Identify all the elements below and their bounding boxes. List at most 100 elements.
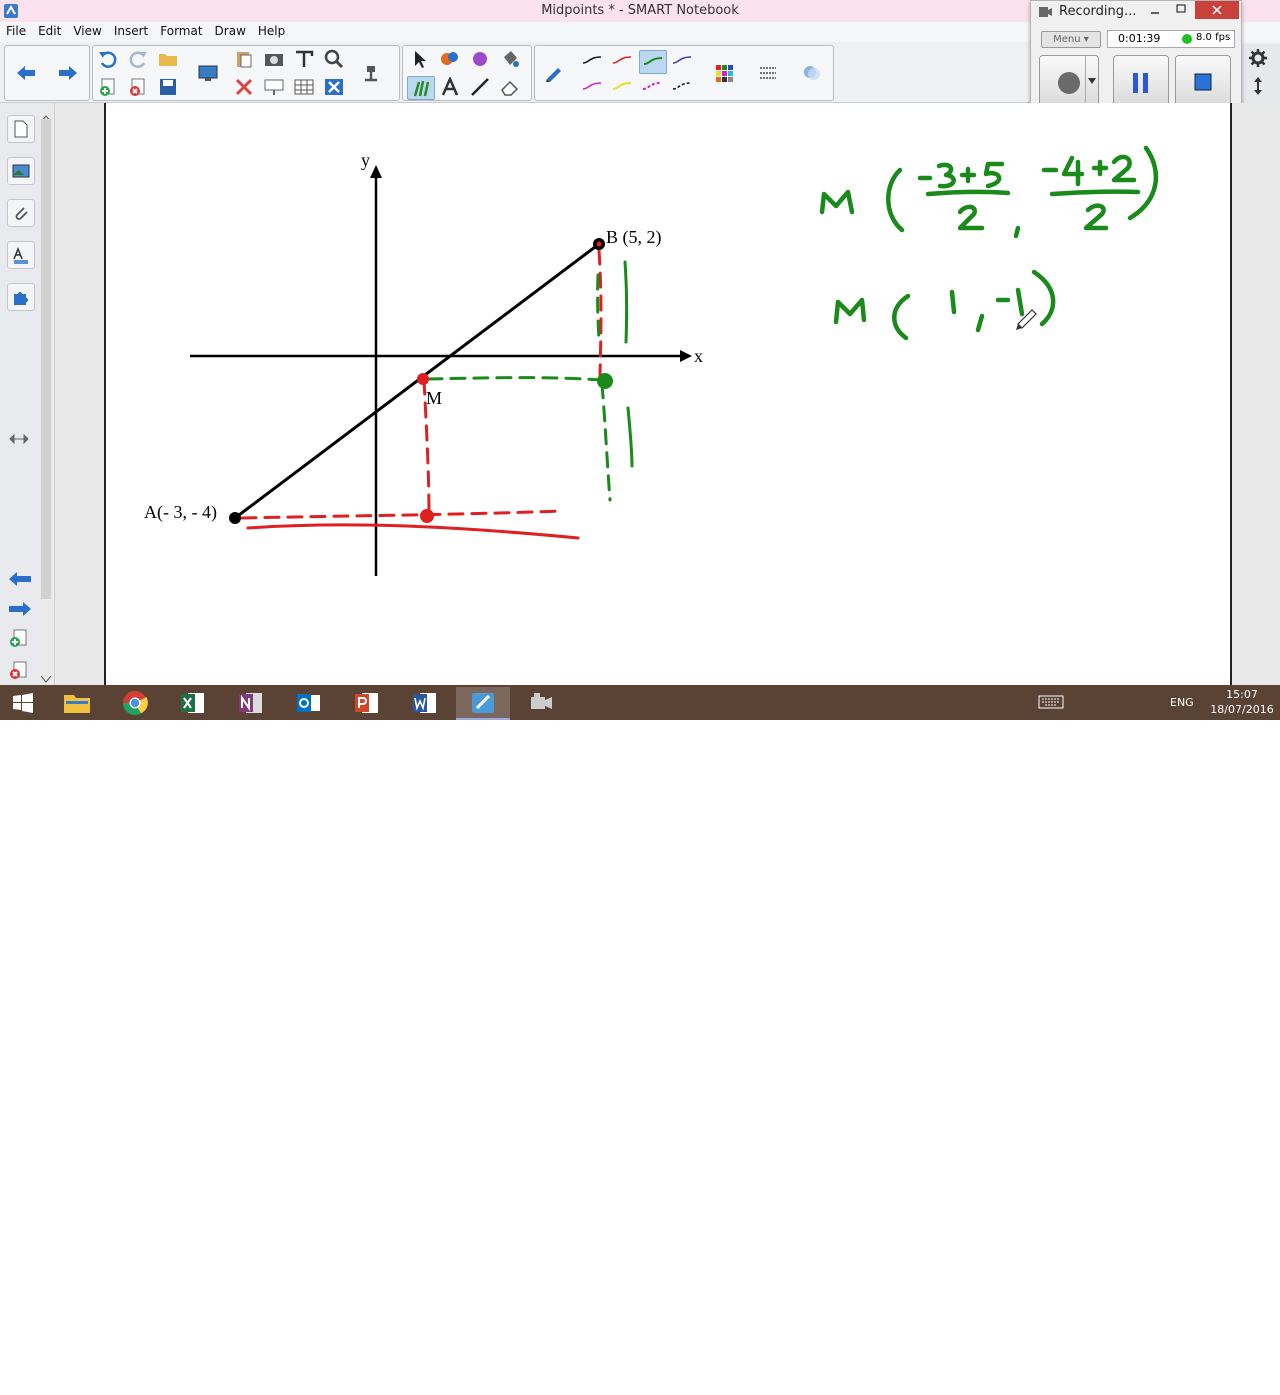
sidebar-add-page-icon[interactable] bbox=[8, 629, 28, 649]
keyboard-tray[interactable] bbox=[1036, 685, 1066, 720]
point-m-marker[interactable] bbox=[417, 373, 429, 385]
menu-file[interactable]: File bbox=[0, 22, 32, 38]
clock[interactable]: 15:07 18/07/2016 bbox=[1208, 685, 1276, 720]
taskbar-file-explorer[interactable] bbox=[50, 687, 104, 718]
addons-tab[interactable] bbox=[7, 283, 35, 311]
network-icon[interactable] bbox=[1096, 1377, 1114, 1395]
taskbar-onenote[interactable] bbox=[224, 687, 278, 718]
recorder-icon bbox=[1039, 7, 1052, 17]
chevron-up-icon[interactable] bbox=[1078, 1382, 1086, 1388]
green-bracket-lower bbox=[626, 406, 634, 468]
pen-style-black-dashed[interactable] bbox=[669, 76, 695, 98]
pen-style-black[interactable] bbox=[579, 50, 605, 72]
folder-icon bbox=[159, 54, 177, 66]
menu-edit[interactable]: Edit bbox=[32, 22, 67, 38]
vertical-scrollbar[interactable] bbox=[38, 103, 55, 685]
sidebar-back-icon[interactable] bbox=[8, 571, 32, 587]
shape-recognition-button[interactable] bbox=[467, 48, 493, 70]
pen-tool-button[interactable] bbox=[407, 76, 435, 100]
menu-view[interactable]: View bbox=[67, 22, 107, 38]
color-palette-button[interactable] bbox=[711, 62, 737, 84]
paste-button[interactable] bbox=[231, 48, 257, 70]
menu-draw[interactable]: Draw bbox=[209, 22, 252, 38]
open-file-button[interactable] bbox=[155, 48, 181, 70]
magic-pen-button[interactable] bbox=[437, 48, 463, 70]
notebook-page[interactable]: y x B (5, 2) A(- 3, - 4) M bbox=[104, 103, 1232, 685]
attachments-tab[interactable] bbox=[7, 199, 35, 227]
maximize-icon[interactable] bbox=[1175, 3, 1187, 15]
pen-style-green[interactable] bbox=[639, 50, 667, 74]
battery-icon[interactable] bbox=[1118, 1377, 1136, 1395]
language-indicator[interactable]: ENG bbox=[1166, 685, 1206, 720]
taskbar-excel[interactable] bbox=[166, 687, 220, 718]
clock-date: 18/07/2016 bbox=[1210, 703, 1274, 716]
taskbar-chrome[interactable] bbox=[108, 687, 162, 718]
green-construction-lines[interactable] bbox=[426, 273, 612, 502]
document-camera-button[interactable] bbox=[359, 62, 385, 84]
menu-insert[interactable]: Insert bbox=[108, 22, 154, 38]
page-sorter-tab[interactable] bbox=[7, 115, 35, 143]
page-icon bbox=[14, 120, 28, 138]
volume-icon[interactable] bbox=[1160, 1377, 1178, 1395]
delete-button[interactable] bbox=[231, 76, 257, 98]
resize-sidebar-icon[interactable] bbox=[9, 433, 29, 445]
close-panel-button[interactable] bbox=[321, 76, 347, 98]
screen-capture-button[interactable] bbox=[261, 48, 287, 70]
point-a-marker[interactable] bbox=[229, 512, 241, 524]
pen-style-red[interactable] bbox=[609, 50, 635, 72]
undo-button[interactable] bbox=[95, 48, 121, 70]
taskbar-recorder[interactable] bbox=[514, 687, 568, 718]
pen-style-yellow[interactable] bbox=[609, 76, 635, 98]
line-tool-button[interactable] bbox=[467, 76, 493, 98]
select-tool-button[interactable] bbox=[407, 48, 433, 70]
tools-group bbox=[402, 45, 532, 101]
menu-format[interactable]: Format bbox=[154, 22, 208, 38]
screen-shade-button[interactable] bbox=[261, 76, 287, 98]
color-palette-icon bbox=[716, 65, 733, 82]
properties-tab[interactable] bbox=[7, 241, 35, 269]
sidebar-forward-icon[interactable] bbox=[8, 601, 32, 617]
signal-icon[interactable] bbox=[1140, 1377, 1158, 1395]
pen-properties-button[interactable] bbox=[541, 62, 567, 84]
segment-ab[interactable] bbox=[234, 242, 600, 520]
pen-style-magenta[interactable] bbox=[579, 76, 605, 98]
table-button[interactable] bbox=[291, 76, 317, 98]
screen-display-button[interactable] bbox=[195, 62, 221, 84]
scrollbar-thumb[interactable] bbox=[41, 119, 51, 599]
x-box-icon bbox=[325, 79, 343, 95]
search-button[interactable] bbox=[321, 48, 347, 70]
insert-text-tool-button[interactable] bbox=[291, 48, 317, 70]
line-style-button[interactable] bbox=[755, 62, 781, 84]
redo-button[interactable] bbox=[125, 48, 151, 70]
onenote-icon bbox=[239, 693, 262, 713]
next-page-button[interactable] bbox=[55, 62, 81, 84]
taskbar-word[interactable] bbox=[398, 687, 452, 718]
sidebar-delete-page-icon[interactable] bbox=[8, 661, 28, 681]
gallery-tab[interactable] bbox=[7, 157, 35, 185]
handwritten-line-1[interactable] bbox=[819, 145, 1159, 239]
stop-icon bbox=[1194, 73, 1212, 91]
taskbar-outlook[interactable] bbox=[282, 687, 336, 718]
minimize-icon[interactable] bbox=[1149, 5, 1161, 17]
gear-icon[interactable] bbox=[1248, 48, 1268, 68]
eraser-button[interactable] bbox=[497, 76, 523, 98]
recorder-menu-button[interactable]: Menu ▾ bbox=[1041, 31, 1101, 48]
recorder-menu-label: Menu bbox=[1053, 34, 1081, 45]
save-button[interactable] bbox=[155, 76, 181, 98]
taskbar-powerpoint[interactable] bbox=[340, 687, 394, 718]
taskbar-smart-notebook[interactable] bbox=[456, 687, 510, 720]
fill-tool-button[interactable] bbox=[497, 48, 523, 70]
previous-page-button[interactable] bbox=[13, 62, 39, 84]
pen-style-blue[interactable] bbox=[669, 50, 695, 72]
menu-help[interactable]: Help bbox=[252, 22, 291, 38]
toolbar-move-icon[interactable] bbox=[1248, 76, 1268, 96]
delete-page-button[interactable] bbox=[125, 76, 151, 98]
record-options-dropdown[interactable] bbox=[1085, 56, 1098, 108]
recorder-close-button[interactable] bbox=[1195, 1, 1239, 19]
add-page-button[interactable] bbox=[95, 76, 121, 98]
text-tool-button[interactable] bbox=[437, 76, 463, 98]
start-button[interactable] bbox=[0, 687, 48, 718]
pen-style-magenta-dashed[interactable] bbox=[639, 76, 665, 98]
transparency-button[interactable] bbox=[799, 62, 825, 84]
pencil-icon bbox=[546, 68, 561, 82]
